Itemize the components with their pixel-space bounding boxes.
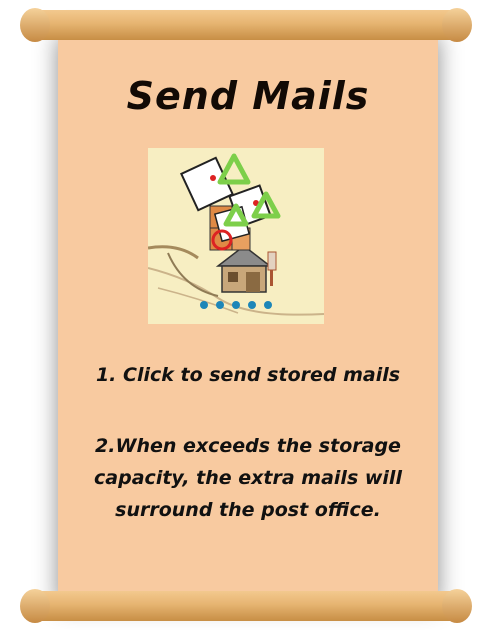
scroll-top-rod: [20, 8, 472, 42]
post-office-icon: [215, 245, 277, 293]
rod-end-left: [20, 8, 50, 42]
rod-end-left: [20, 589, 50, 623]
page-indicator: [200, 301, 272, 309]
rod-end-right: [442, 8, 472, 42]
scroll-bottom-rod: [20, 589, 472, 623]
step-1-text: 1. Click to send stored mails: [95, 364, 401, 386]
rod-end-right: [442, 589, 472, 623]
step-2-text: 2.When exceeds the storage capacity, the…: [94, 435, 402, 521]
illustration-thumbnail: [148, 148, 324, 324]
dialog-title: Send Mails: [126, 74, 370, 118]
